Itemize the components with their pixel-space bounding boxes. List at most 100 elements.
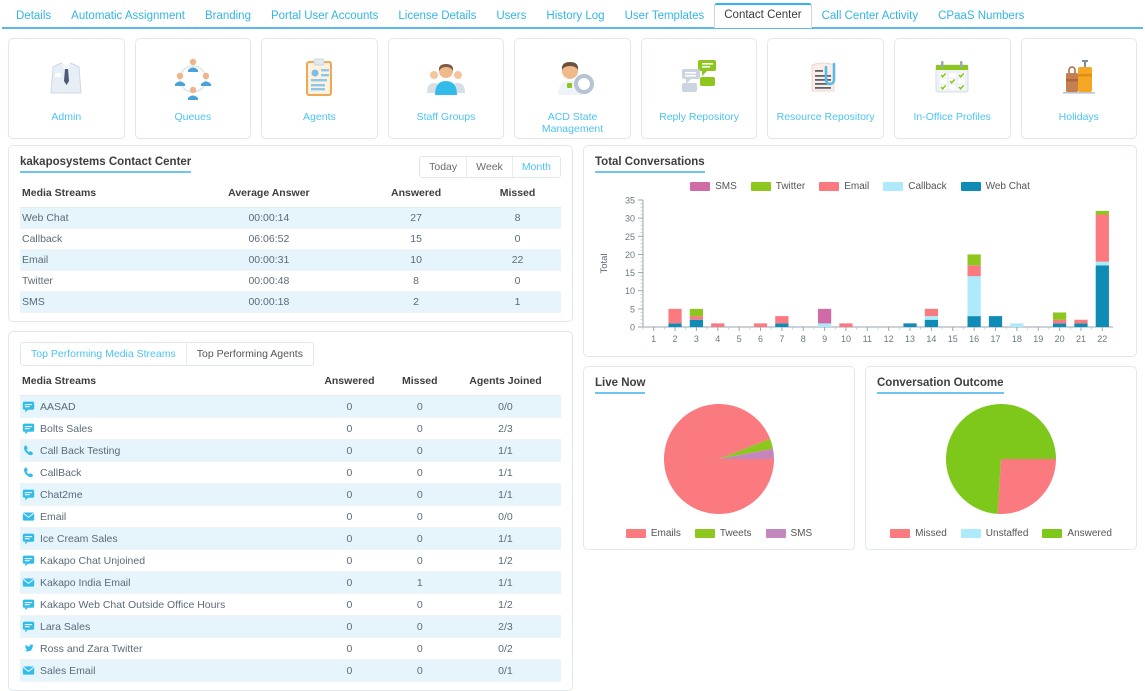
table-row[interactable]: Kakapo Web Chat Outside Office Hours 0 0 1/… bbox=[20, 594, 561, 616]
tp-cell-joined: 0/2 bbox=[498, 642, 513, 655]
summary-table-body: Web Chat 00:00:14 27 8 Callback 06:06:52 15 0 Em… bbox=[20, 207, 561, 313]
live-now-panel: Live Now Emails Tweets SMS bbox=[583, 366, 855, 550]
table-row[interactable]: Twitter 00:00:48 8 0 bbox=[20, 271, 561, 292]
bar-legend-item[interactable]: Email bbox=[819, 181, 869, 192]
tp-cell-missed: 0 bbox=[416, 532, 423, 545]
table-row[interactable]: Chat2me 0 0 1/1 bbox=[20, 483, 561, 506]
card-acd-state-management[interactable]: ACD State Management bbox=[514, 38, 631, 139]
card-resource-repository[interactable]: Resource Repository bbox=[767, 38, 884, 139]
legend-label: Callback bbox=[908, 181, 947, 192]
tab-users[interactable]: Users bbox=[486, 4, 536, 28]
table-row[interactable]: Lara Sales 0 0 2/3 bbox=[20, 615, 561, 638]
tab-contact-center[interactable]: Contact Center bbox=[714, 3, 812, 28]
legend-label: Twitter bbox=[775, 181, 806, 192]
queue-users-icon bbox=[170, 51, 216, 105]
tab-branding[interactable]: Branding bbox=[195, 4, 261, 28]
tp-cell-answered: 0 bbox=[346, 532, 353, 545]
range-month[interactable]: Month bbox=[511, 157, 560, 177]
summary-header-row: Media Streams Average Answer Answered Misse… bbox=[20, 178, 561, 208]
total-conversations-title: Total Conversations bbox=[595, 156, 705, 173]
summary-cell-average: 00:00:31 bbox=[248, 254, 290, 266]
card-queues[interactable]: Queues bbox=[134, 38, 252, 139]
tp-cell-answered: 0 bbox=[346, 444, 353, 457]
tab-top-performing-agents[interactable]: Top Performing Agents bbox=[185, 343, 313, 365]
card-label: Admin bbox=[51, 111, 82, 123]
svg-text:15: 15 bbox=[948, 334, 958, 344]
tab-history-log[interactable]: History Log bbox=[536, 4, 614, 28]
card-holidays[interactable]: Holidays bbox=[1020, 38, 1138, 139]
tp-cell-answered: 0 bbox=[346, 488, 353, 501]
table-row[interactable]: CallBack 0 0 1/1 bbox=[20, 462, 561, 484]
tp-cell-stream: Ice Cream Sales bbox=[20, 528, 309, 550]
legend-swatch bbox=[819, 182, 840, 191]
table-row[interactable]: Call Back Testing 0 0 1/1 bbox=[20, 439, 561, 462]
legend-swatch bbox=[765, 529, 786, 538]
tab-portal-user-accounts[interactable]: Portal User Accounts bbox=[261, 4, 388, 28]
table-row[interactable]: Ross and Zara Twitter 0 0 0/2 bbox=[20, 638, 561, 660]
svg-text:12: 12 bbox=[884, 334, 894, 344]
tab-top-performing-media-streams[interactable]: Top Performing Media Streams bbox=[21, 343, 186, 365]
table-row[interactable]: Callback 06:06:52 15 0 bbox=[20, 229, 561, 250]
conversation-outcome-chart bbox=[877, 398, 1125, 520]
tab-cpaas-numbers[interactable]: CPaaS Numbers bbox=[928, 4, 1034, 28]
chat-icon bbox=[22, 532, 35, 545]
card-agents[interactable]: Agents bbox=[261, 38, 378, 139]
summary-cell-stream: Twitter bbox=[22, 275, 53, 287]
legend-label: Web Chat bbox=[985, 181, 1030, 192]
bar-legend-item[interactable]: Web Chat bbox=[960, 181, 1030, 192]
table-row[interactable]: Kakapo Chat Unjoined 0 0 1/2 bbox=[20, 550, 561, 572]
table-row[interactable]: AASAD 0 0 0/0 bbox=[20, 395, 561, 418]
conversation-outcome-legend-item[interactable]: Missed bbox=[890, 528, 947, 539]
range-week[interactable]: Week bbox=[466, 157, 512, 177]
bar-legend-item[interactable]: Callback bbox=[883, 181, 947, 192]
table-row[interactable]: Web Chat 00:00:14 27 8 bbox=[20, 207, 561, 229]
chat-icon bbox=[22, 400, 35, 413]
table-row[interactable]: Sales Email 0 0 0/1 bbox=[20, 659, 561, 682]
tab-automatic-assignment[interactable]: Automatic Assignment bbox=[61, 4, 195, 28]
bar-legend-item[interactable]: Twitter bbox=[750, 181, 806, 192]
tab-license-details[interactable]: License Details bbox=[388, 4, 486, 28]
legend-swatch bbox=[960, 529, 981, 538]
bar-chart-legend: SMS Twitter Email Callback Web Chat bbox=[595, 181, 1125, 192]
card-admin[interactable]: Admin bbox=[8, 38, 125, 139]
table-row[interactable]: Email 0 0 0/0 bbox=[20, 506, 561, 528]
conversation-outcome-legend-item[interactable]: Unstaffed bbox=[960, 528, 1028, 539]
summary-cell-missed: 1 bbox=[514, 296, 521, 308]
table-row[interactable]: Ice Cream Sales 0 0 1/1 bbox=[20, 527, 561, 550]
summary-cell-average: 06:06:52 bbox=[248, 233, 290, 245]
tp-cell-missed: 0 bbox=[416, 422, 423, 435]
live-now-chart bbox=[595, 398, 843, 520]
table-row[interactable]: SMS 00:00:18 2 1 bbox=[20, 291, 561, 313]
tp-cell-stream: Call Back Testing bbox=[20, 440, 309, 462]
tab-user-templates[interactable]: User Templates bbox=[615, 4, 715, 28]
table-row[interactable]: Bolts Sales 0 0 2/3 bbox=[20, 418, 561, 440]
card-reply-repository[interactable]: Reply Repository bbox=[640, 38, 758, 139]
chat-icon bbox=[22, 620, 35, 633]
tp-cell-stream: Ross and Zara Twitter bbox=[20, 638, 309, 660]
conversation-outcome-legend-item[interactable]: Answered bbox=[1042, 528, 1112, 539]
table-row[interactable]: Kakapo India Email 0 1 1/1 bbox=[20, 571, 561, 594]
stream-name: Kakapo Chat Unjoined bbox=[40, 554, 146, 567]
live-now-legend-item[interactable]: Emails bbox=[625, 528, 681, 539]
tab-call-center-activity[interactable]: Call Center Activity bbox=[812, 4, 929, 28]
card-staff-groups[interactable]: Staff Groups bbox=[387, 38, 505, 139]
total-conversations-header: Total Conversations bbox=[595, 156, 1125, 173]
tp-cell-answered: 0 bbox=[346, 598, 353, 611]
bar-legend-item[interactable]: SMS bbox=[690, 181, 737, 192]
range-today[interactable]: Today bbox=[420, 157, 466, 177]
live-now-legend-item[interactable]: SMS bbox=[765, 528, 812, 539]
live-now-legend-item[interactable]: Tweets bbox=[694, 528, 752, 539]
top-performing-tab-group[interactable]: Top Performing Media Streams Top Performi… bbox=[20, 342, 314, 366]
stream-name: Bolts Sales bbox=[40, 422, 93, 435]
legend-label: Emails bbox=[650, 528, 681, 539]
table-row[interactable]: Email 00:00:31 10 22 bbox=[20, 249, 561, 271]
legend-swatch bbox=[625, 529, 646, 538]
summary-cell-missed: 8 bbox=[514, 212, 521, 224]
svg-text:15: 15 bbox=[625, 268, 635, 278]
date-range-toggle[interactable]: Today Week Month bbox=[419, 156, 561, 178]
right-column: Total Conversations SMS Twitter Email Callb… bbox=[583, 145, 1137, 691]
tp-cell-missed: 0 bbox=[416, 664, 423, 677]
card-in-office-profiles[interactable]: In-Office Profiles bbox=[893, 38, 1011, 139]
tp-cell-joined: 1/2 bbox=[498, 598, 513, 611]
tab-details[interactable]: Details bbox=[6, 4, 61, 28]
